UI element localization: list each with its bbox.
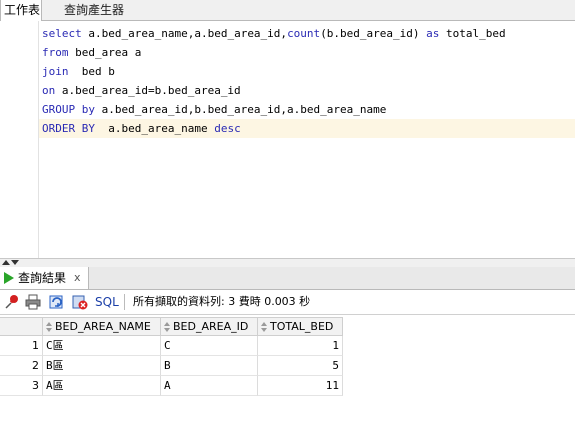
sql-keyword: on [42,84,56,97]
sql-token: a.bed_area_name,a.bed_area_id, [81,27,288,40]
code-line[interactable]: select a.bed_area_name,a.bed_area_id,cou… [39,24,575,43]
line-gutter [0,21,39,258]
sql-editor[interactable]: select a.bed_area_name,a.bed_area_id,cou… [0,21,575,258]
sql-token: bed_area a [68,46,142,59]
code-line[interactable]: GROUP by a.bed_area_id,b.bed_area_id,a.b… [39,100,575,119]
editor-tab-bar: 工作表 查詢產生器 [0,0,575,21]
column-header-bed-area-name[interactable]: BED_AREA_NAME [43,317,161,336]
column-header-label: BED_AREA_NAME [55,320,151,333]
collapse-down-icon[interactable] [11,260,19,265]
sql-keyword: as [426,27,440,40]
refresh-icon[interactable] [49,294,65,310]
code-line[interactable]: ORDER BY a.bed_area_name desc [39,119,575,138]
fetch-status: 所有擷取的資料列: 3 費時 0.003 秒 [133,295,311,308]
tab-worksheet[interactable]: 工作表 [0,0,42,21]
cell-total-bed[interactable]: 5 [258,356,343,376]
code-line[interactable]: on a.bed_area_id=b.bed_area_id [39,81,575,100]
sort-icon[interactable] [46,321,52,333]
print-icon[interactable] [25,294,41,310]
sort-icon[interactable] [164,321,170,333]
column-header-total-bed[interactable]: TOTAL_BED [258,317,343,336]
cell-bed-area-id[interactable]: C [161,336,258,356]
sql-keyword: desc [214,122,241,135]
sql-token: a.bed_area_id,b.bed_area_id,a.bed_area_n… [94,103,387,116]
cancel-query-icon[interactable] [72,294,88,310]
close-icon[interactable]: x [74,267,81,288]
sql-keyword: from [42,46,69,59]
sort-icon[interactable] [261,321,267,333]
row-number: 2 [0,356,43,376]
sql-keyword: join [42,65,69,78]
column-header-label: BED_AREA_ID [173,320,249,333]
row-number: 1 [0,336,43,356]
code-line[interactable]: from bed_area a [39,43,575,62]
cell-total-bed[interactable]: 1 [258,336,343,356]
row-number: 3 [0,376,43,396]
cell-bed-area-id[interactable]: B [161,356,258,376]
column-header-bed-area-id[interactable]: BED_AREA_ID [161,317,258,336]
sql-token: a.bed_area_id=b.bed_area_id [55,84,241,97]
toolbar-separator [124,294,125,310]
results-tab-bar: 查詢結果 x [0,267,575,290]
tab-query-result[interactable]: 查詢結果 x [0,267,89,289]
sql-keyword: ORDER BY [42,122,95,135]
sql-keyword: count [287,27,321,40]
sql-button[interactable]: SQL [95,290,119,314]
cell-bed-area-name[interactable]: C區 [43,336,161,356]
sql-token: (b.bed_area_id) [320,27,427,40]
cell-bed-area-name[interactable]: A區 [43,376,161,396]
results-toolbar: SQL 所有擷取的資料列: 3 費時 0.003 秒 [0,290,575,315]
cell-total-bed[interactable]: 11 [258,376,343,396]
sql-keyword: GROUP by [42,103,95,116]
sql-token: bed b [68,65,115,78]
code-line[interactable]: join bed b [39,62,575,81]
pin-icon[interactable] [4,294,20,310]
sql-token: total_bed [439,27,506,40]
run-result-icon [4,272,14,284]
row-number-header [0,317,43,336]
column-header-label: TOTAL_BED [270,320,334,333]
cell-bed-area-name[interactable]: B區 [43,356,161,376]
tab-query-result-label: 查詢結果 [18,271,67,285]
cell-bed-area-id[interactable]: A [161,376,258,396]
collapse-up-icon[interactable] [2,260,10,265]
sql-keyword: select [42,27,82,40]
sql-token: a.bed_area_name [94,122,215,135]
tab-query-builder[interactable]: 查詢產生器 [58,0,130,20]
